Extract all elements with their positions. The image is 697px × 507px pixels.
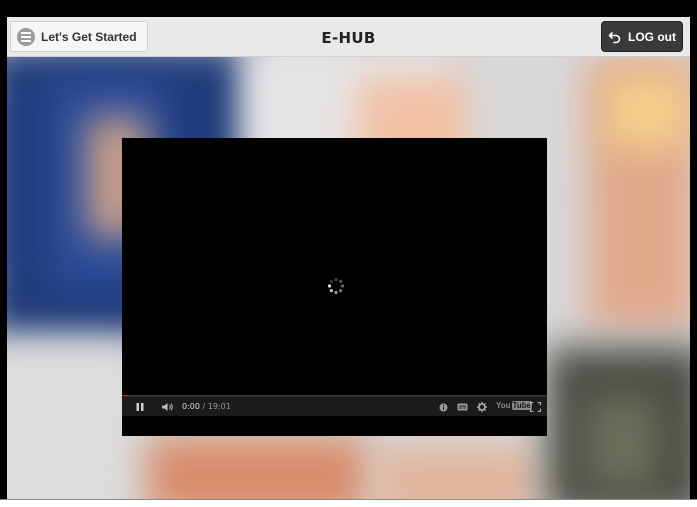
pause-button[interactable] xyxy=(134,401,146,413)
info-icon xyxy=(439,403,447,411)
logout-button[interactable]: LOG out xyxy=(601,21,683,52)
time-display: 0:00 / 19:01 xyxy=(182,402,231,411)
undo-arrow-icon xyxy=(608,31,621,43)
current-time: 0:00 xyxy=(182,402,200,411)
player-controls: 0:00 / 19:01 You Tube xyxy=(122,396,547,416)
info-button[interactable] xyxy=(437,401,449,413)
fullscreen-icon xyxy=(529,402,541,412)
gear-icon xyxy=(477,402,487,412)
loading-spinner-icon xyxy=(327,277,345,295)
app-frame: Let's Get Started E-HUB LOG out 0:00 / 1… xyxy=(7,17,690,499)
settings-button[interactable] xyxy=(476,401,488,413)
bottom-edge xyxy=(0,499,697,507)
youtube-logo-you: You xyxy=(496,401,511,410)
header-bar: Let's Get Started E-HUB LOG out xyxy=(7,17,690,57)
youtube-logo[interactable]: You Tube xyxy=(496,401,533,410)
volume-button[interactable] xyxy=(160,401,174,413)
volume-icon xyxy=(161,403,173,411)
app-title: E-HUB xyxy=(321,29,376,47)
pause-icon xyxy=(136,403,144,411)
video-player[interactable]: 0:00 / 19:01 You Tube xyxy=(122,138,547,436)
logout-label: LOG out xyxy=(628,29,676,44)
captions-button[interactable] xyxy=(455,401,469,413)
fullscreen-button[interactable] xyxy=(529,401,541,413)
captions-icon xyxy=(457,403,467,411)
duration: / 19:01 xyxy=(202,402,231,411)
